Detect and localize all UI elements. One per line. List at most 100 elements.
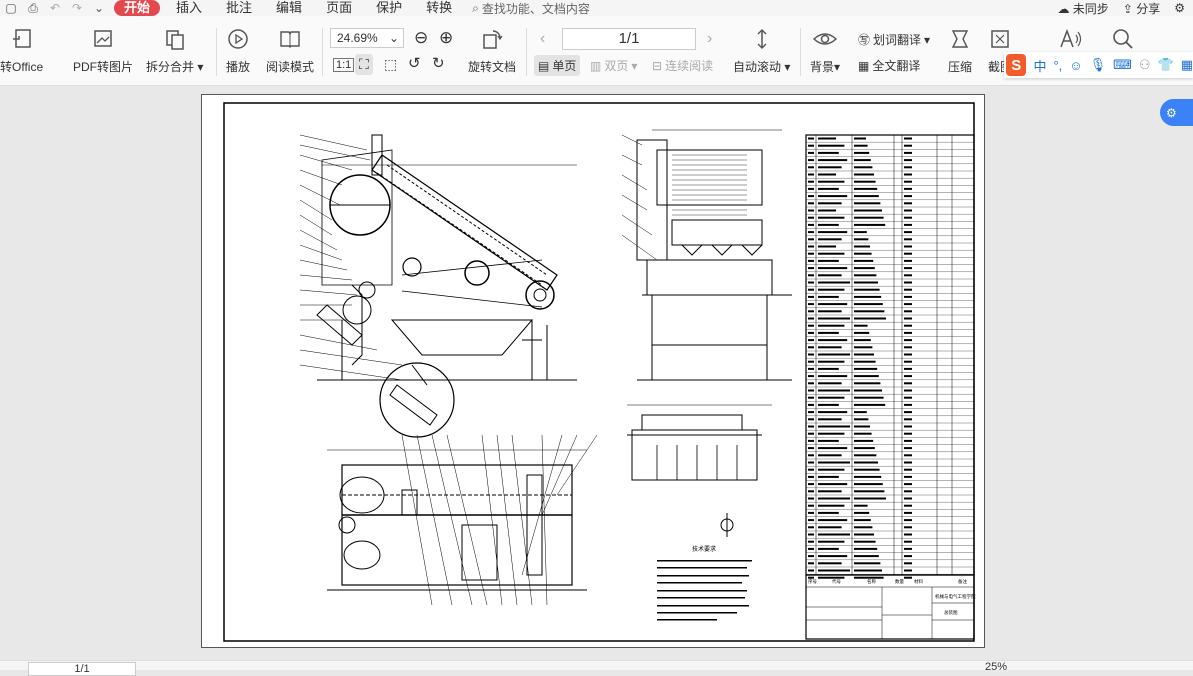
rotate-left-icon[interactable]: ↺ — [408, 54, 421, 72]
compress-label: 压缩 — [947, 60, 972, 74]
read-aloud-button[interactable] — [1058, 26, 1084, 52]
table-cell-text — [854, 274, 877, 277]
table-cell-text — [818, 295, 839, 298]
compress-icon — [947, 26, 973, 52]
rotate-doc-button[interactable]: 旋转文档 — [468, 26, 516, 75]
save-icon[interactable]: ▢ — [0, 0, 22, 16]
microphone-icon[interactable]: 🎙 — [1090, 57, 1107, 73]
table-cell-text — [808, 511, 814, 514]
table-cell-text — [818, 375, 848, 378]
table-cell-text — [904, 367, 912, 370]
split-merge-button[interactable]: 拆分合并 ▾ — [146, 26, 203, 75]
ime-toolbar: S 中 °, ☺ 🎙 ⌨ ⚇ 👕 ▦ — [1004, 52, 1193, 78]
table-cell-text — [854, 403, 886, 406]
compress-button[interactable]: 压缩 — [947, 26, 973, 75]
play-button[interactable]: 播放 — [225, 26, 251, 75]
table-cell-text — [818, 403, 839, 406]
fit-width-icon[interactable]: ⬚ — [384, 56, 397, 73]
table-cell-text — [818, 360, 845, 363]
quick-menu-chevron-icon[interactable]: ⌄ — [88, 0, 110, 16]
table-cell-text — [818, 504, 845, 507]
table-cell-text — [904, 137, 912, 140]
table-cell-text — [854, 223, 886, 226]
tab-edit[interactable]: 编辑 — [264, 0, 314, 16]
rotate-right-icon[interactable]: ↻ — [432, 54, 445, 72]
settings-gear-icon[interactable]: ⚙ — [1174, 1, 1185, 15]
parts-list-table — [805, 134, 975, 640]
tab-convert[interactable]: 转换 — [414, 0, 464, 16]
table-cell-text — [818, 159, 848, 162]
tab-comment[interactable]: 批注 — [214, 0, 264, 16]
zoom-out-icon[interactable]: ⊖ — [414, 28, 428, 48]
search-icon: ⌕ — [472, 0, 479, 15]
dropdown-caret-icon: ▾ — [197, 60, 204, 74]
sogou-logo-icon[interactable]: S — [1006, 54, 1027, 76]
word-translate-button[interactable]: ㊢划词翻译 ▾ — [858, 31, 930, 48]
tab-home[interactable]: 开始 — [114, 0, 161, 16]
cloud-icon: ☁ — [1057, 1, 1070, 16]
table-cell-text — [808, 475, 814, 478]
table-cell-text — [904, 511, 912, 514]
undo-icon[interactable]: ↶ — [44, 0, 66, 16]
table-cell-text — [854, 447, 875, 450]
table-cell-text — [904, 267, 912, 270]
sync-status[interactable]: ☁ 未同步 — [1057, 0, 1108, 17]
to-office-button[interactable]: 转Office — [0, 26, 43, 75]
full-translate-button[interactable]: ▦ 全文翻译 — [858, 57, 920, 74]
ime-mode-toggle[interactable]: 中 — [1033, 56, 1046, 75]
share-button[interactable]: ⇪ 分享 — [1123, 0, 1160, 17]
redo-icon[interactable]: ↷ — [66, 0, 88, 16]
table-cell-text — [854, 511, 870, 514]
pdf-to-image-button[interactable]: PDF转图片 — [73, 26, 133, 75]
tab-insert[interactable]: 插入 — [164, 0, 214, 16]
next-page-icon[interactable]: › — [707, 30, 712, 48]
table-cell-text — [808, 490, 814, 493]
table-cell-text — [818, 245, 836, 248]
keyboard-icon[interactable]: ⌨ — [1113, 57, 1132, 73]
table-cell-text — [904, 555, 912, 558]
continuous-read-button[interactable]: ⊟ 连续阅读 — [652, 57, 713, 74]
double-page-button[interactable]: ▥ 双页 ▾ — [590, 57, 637, 74]
continuous-icon: ⊟ — [652, 58, 663, 73]
table-cell-text — [818, 526, 842, 529]
emoji-icon[interactable]: ☺ — [1069, 58, 1082, 73]
prev-page-icon[interactable]: ‹ — [540, 30, 545, 48]
table-cell-text — [904, 144, 912, 147]
zoom-select[interactable]: 24.69% ⌄ — [330, 28, 404, 48]
background-button[interactable]: 背景▾ — [810, 26, 840, 75]
to-office-icon — [9, 26, 35, 52]
notes-title: 技术要求 — [692, 545, 716, 553]
user-icon[interactable]: ⚇ — [1139, 57, 1151, 73]
auto-scroll-button[interactable]: 自动滚动 ▾ — [733, 26, 790, 75]
status-page-input[interactable]: 1/1 — [28, 662, 136, 676]
find-button[interactable] — [1110, 26, 1136, 52]
zoom-in-icon[interactable]: ⊕ — [439, 28, 453, 48]
single-page-button[interactable]: ▤ 单页 — [534, 55, 581, 76]
table-cell-text — [904, 252, 912, 255]
skin-icon[interactable]: 👕 — [1158, 57, 1174, 73]
actual-size-icon[interactable]: 1:1 — [333, 58, 355, 72]
print-icon[interactable]: ⎙ — [22, 0, 44, 16]
to-office-label: 转Office — [0, 60, 44, 74]
magnifier-icon — [1110, 26, 1136, 52]
table-cell-text — [904, 245, 912, 248]
table-cell-text — [808, 195, 814, 198]
divider — [216, 28, 217, 76]
page-number-input[interactable]: 1/1 — [562, 28, 696, 50]
fit-page-icon[interactable]: ⛶ — [355, 54, 373, 75]
table-cell-text — [818, 259, 839, 262]
col-code-header: 代号 — [832, 578, 841, 585]
table-cell-text — [818, 547, 839, 550]
read-mode-button[interactable]: 阅读模式 — [266, 26, 314, 75]
side-float-button[interactable]: ⚙ — [1160, 99, 1193, 126]
tab-page[interactable]: 页面 — [314, 0, 364, 16]
tab-protect[interactable]: 保护 — [364, 0, 414, 16]
menu-grid-icon[interactable]: ▦ — [1181, 57, 1193, 73]
table-cell-text — [904, 166, 912, 169]
table-cell-text — [854, 475, 882, 478]
feature-search[interactable]: ⌕ 查找功能、文档内容 — [472, 0, 590, 17]
punctuation-icon[interactable]: °, — [1053, 58, 1062, 73]
table-cell-text — [808, 569, 814, 572]
table-cell-text — [854, 303, 883, 306]
status-zoom[interactable]: 25% — [985, 661, 1007, 673]
